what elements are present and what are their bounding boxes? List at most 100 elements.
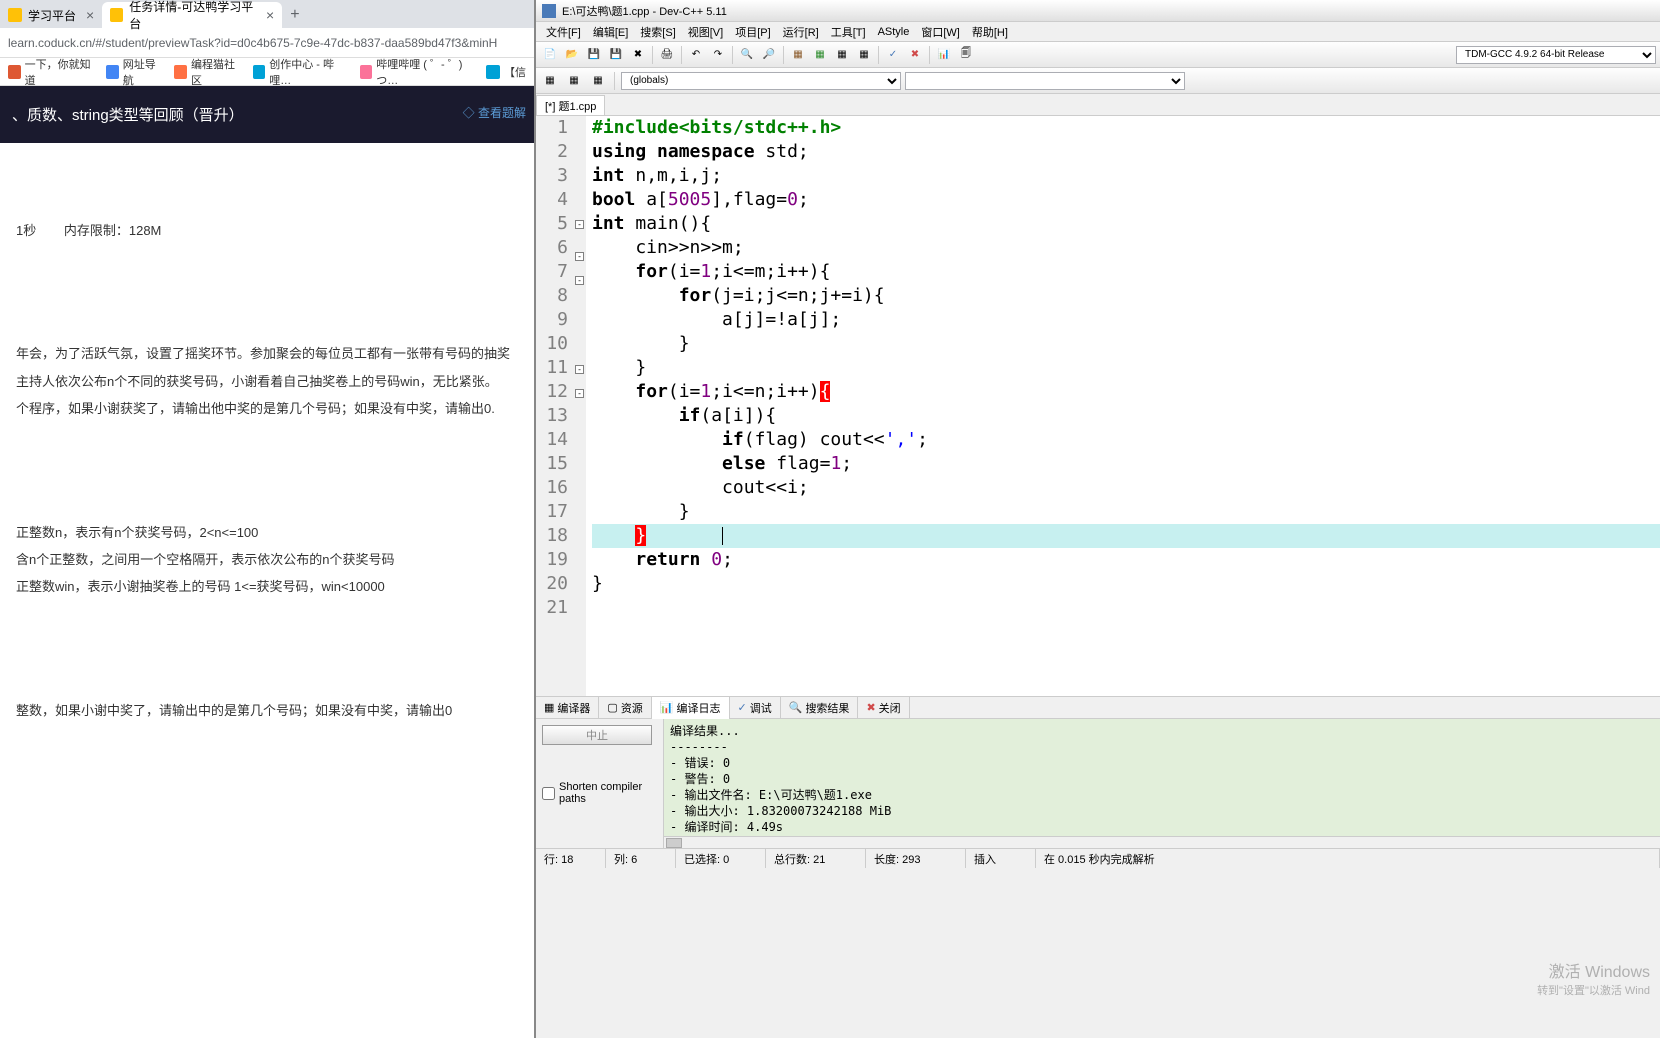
- separator: [732, 46, 733, 64]
- separator: [614, 72, 615, 90]
- menu-window[interactable]: 窗口[W]: [915, 22, 966, 42]
- compiler-select[interactable]: TDM-GCC 4.9.2 64-bit Release: [1456, 46, 1656, 64]
- compile-run-icon[interactable]: ▦: [832, 45, 852, 65]
- tab-search-results[interactable]: 🔍搜索结果: [781, 697, 859, 719]
- goto-icon[interactable]: 🗐: [956, 45, 976, 65]
- code-editor[interactable]: 123456789101112131415161718192021 - - - …: [536, 116, 1660, 696]
- open-icon[interactable]: 📂: [562, 45, 582, 65]
- shorten-paths-checkbox[interactable]: Shorten compiler paths: [542, 781, 657, 805]
- tab-resources[interactable]: ▢资源: [599, 697, 651, 719]
- browser-panel: 学习平台 × 任务详情-可达鸭学习平台 × + learn.coduck.cn/…: [0, 0, 534, 1038]
- bookmark-item[interactable]: 一下，你就知道: [8, 56, 94, 88]
- separator: [929, 46, 930, 64]
- print-icon[interactable]: 🖨: [657, 45, 677, 65]
- titlebar: E:\可达鸭\题1.cpp - Dev-C++ 5.11: [536, 0, 1660, 22]
- statusbar: 行: 18 列: 6 已选择: 0 总行数: 21 长度: 293 插入 在 0…: [536, 848, 1660, 868]
- toolbar-globals: ▦ ▦ ▦ (globals): [536, 68, 1660, 94]
- watermark-sub: 转到"设置"以激活 Wind: [1537, 982, 1650, 998]
- bookmark-icon: [106, 65, 119, 79]
- bookmark-item[interactable]: 编程猫社区: [174, 56, 240, 88]
- profile-icon[interactable]: 📊: [934, 45, 954, 65]
- debug-icon[interactable]: ✓: [883, 45, 903, 65]
- bottom-panel: 中止 Shorten compiler paths 编译结果... ------…: [536, 718, 1660, 848]
- fold-icon[interactable]: -: [575, 220, 584, 229]
- tab-compile-log[interactable]: 📊编译日志: [652, 697, 730, 719]
- menu-edit[interactable]: 编辑[E]: [587, 22, 634, 42]
- find-icon[interactable]: 🔍: [737, 45, 757, 65]
- run-icon[interactable]: ▦: [810, 45, 830, 65]
- scroll-thumb[interactable]: [666, 838, 682, 848]
- browser-tab-strip: 学习平台 × 任务详情-可达鸭学习平台 × +: [0, 0, 534, 28]
- tab-title-2: 任务详情-可达鸭学习平台: [129, 0, 256, 32]
- bookmark-icon[interactable]: ▦: [564, 71, 584, 91]
- bookmark-item[interactable]: 创作中心 - 哔哩…: [253, 56, 348, 88]
- fold-icon[interactable]: -: [575, 252, 584, 261]
- tab-compiler[interactable]: ▦编译器: [536, 697, 599, 719]
- bookmark-item[interactable]: 网址导航: [106, 56, 162, 88]
- bookmark-item[interactable]: 哔哩哔哩 ( ゜- ゜)つ…: [360, 56, 474, 88]
- bookmark-icon: [360, 65, 373, 79]
- desc-line: 个程序，如果小谢获奖了，请输出他中奖的是第几个号码；如果没有中奖，请输出0.: [16, 397, 518, 420]
- replace-icon[interactable]: 🔎: [759, 45, 779, 65]
- menu-help[interactable]: 帮助[H]: [966, 22, 1014, 42]
- menu-search[interactable]: 搜索[S]: [634, 22, 681, 42]
- separator: [783, 46, 784, 64]
- menu-file[interactable]: 文件[F]: [540, 22, 587, 42]
- close-icon[interactable]: ×: [86, 7, 94, 23]
- toolbar-main: 📄 📂 💾 💾 ✖ 🖨 ↶ ↷ 🔍 🔎 ▦ ▦ ▦ ▦ ✓ ✖ 📊 🗐 TDM-…: [536, 42, 1660, 68]
- close-icon[interactable]: ✖: [628, 45, 648, 65]
- goto-bookmark-icon[interactable]: ▦: [588, 71, 608, 91]
- undo-icon[interactable]: ↶: [686, 45, 706, 65]
- browser-tab-1[interactable]: 学习平台 ×: [0, 2, 102, 28]
- view-solution-link[interactable]: ◇ 查看题解: [463, 104, 526, 121]
- desc-line: 主持人依次公布n个不同的获奖号码，小谢看着自己抽奖卷上的号码win，无比紧张。: [16, 370, 518, 393]
- fold-icon[interactable]: -: [575, 276, 584, 285]
- compile-output[interactable]: 编译结果... -------- - 错误: 0 - 警告: 0 - 输出文件名…: [664, 719, 1660, 848]
- fold-icon[interactable]: -: [575, 365, 584, 374]
- menu-astyle[interactable]: AStyle: [872, 24, 916, 40]
- window-title: E:\可达鸭\题1.cpp - Dev-C++ 5.11: [562, 3, 727, 19]
- new-class-icon[interactable]: ▦: [540, 71, 560, 91]
- browser-tab-2[interactable]: 任务详情-可达鸭学习平台 ×: [102, 2, 282, 28]
- compile-controls: 中止 Shorten compiler paths: [536, 719, 664, 848]
- abort-button[interactable]: 中止: [542, 725, 652, 745]
- file-tab-bar: [*] 题1.cpp: [536, 94, 1660, 116]
- fold-icon[interactable]: -: [575, 389, 584, 398]
- windows-watermark: 激活 Windows 转到"设置"以激活 Wind: [1537, 958, 1650, 998]
- tab-debug[interactable]: ✓调试: [730, 697, 781, 719]
- compile-icon[interactable]: ▦: [788, 45, 808, 65]
- chart-icon: 📊: [660, 701, 674, 714]
- url-bar[interactable]: learn.coduck.cn/#/student/previewTask?id…: [0, 28, 534, 58]
- rebuild-icon[interactable]: ▦: [854, 45, 874, 65]
- input-spec: 含n个正整数，之间用一个空格隔开，表示依次公布的n个获奖号码: [16, 548, 518, 571]
- checkbox-input[interactable]: [542, 787, 555, 800]
- functions-select[interactable]: [905, 72, 1185, 90]
- menu-tools[interactable]: 工具[T]: [825, 22, 872, 42]
- horizontal-scrollbar[interactable]: [664, 836, 1660, 848]
- input-spec: 正整数win，表示小谢抽奖卷上的号码 1<=获奖号码，win<10000: [16, 575, 518, 598]
- code-content[interactable]: #include<bits/stdc++.h> using namespace …: [586, 116, 1660, 696]
- save-icon[interactable]: 💾: [584, 45, 604, 65]
- input-spec: 正整数n，表示有n个获奖号码，2<n<=100: [16, 521, 518, 544]
- globals-select[interactable]: (globals): [621, 72, 901, 90]
- bookmark-icon: [8, 65, 21, 79]
- bottom-tab-bar: ▦编译器 ▢资源 📊编译日志 ✓调试 🔍搜索结果 ✖关闭: [536, 696, 1660, 718]
- stop-icon[interactable]: ✖: [905, 45, 925, 65]
- new-tab-button[interactable]: +: [282, 2, 307, 28]
- status-line: 行: 18: [536, 849, 606, 868]
- file-tab[interactable]: [*] 题1.cpp: [536, 95, 605, 115]
- menu-project[interactable]: 项目[P]: [729, 22, 776, 42]
- new-file-icon[interactable]: 📄: [540, 45, 560, 65]
- tab-close[interactable]: ✖关闭: [858, 697, 909, 719]
- close-icon[interactable]: ×: [266, 7, 274, 23]
- menu-run[interactable]: 运行[R]: [777, 22, 825, 42]
- save-all-icon[interactable]: 💾: [606, 45, 626, 65]
- app-icon: [542, 4, 556, 18]
- problem-body: 1秒 内存限制：128M 年会，为了活跃气氛，设置了摇奖环节。参加聚会的每位员工…: [0, 143, 534, 742]
- redo-icon[interactable]: ↷: [708, 45, 728, 65]
- menu-view[interactable]: 视图[V]: [682, 22, 729, 42]
- cube-icon: ▢: [607, 701, 617, 714]
- bookmark-icon: [253, 65, 266, 79]
- favicon-2: [110, 8, 123, 22]
- bookmark-item[interactable]: 【信: [486, 64, 526, 80]
